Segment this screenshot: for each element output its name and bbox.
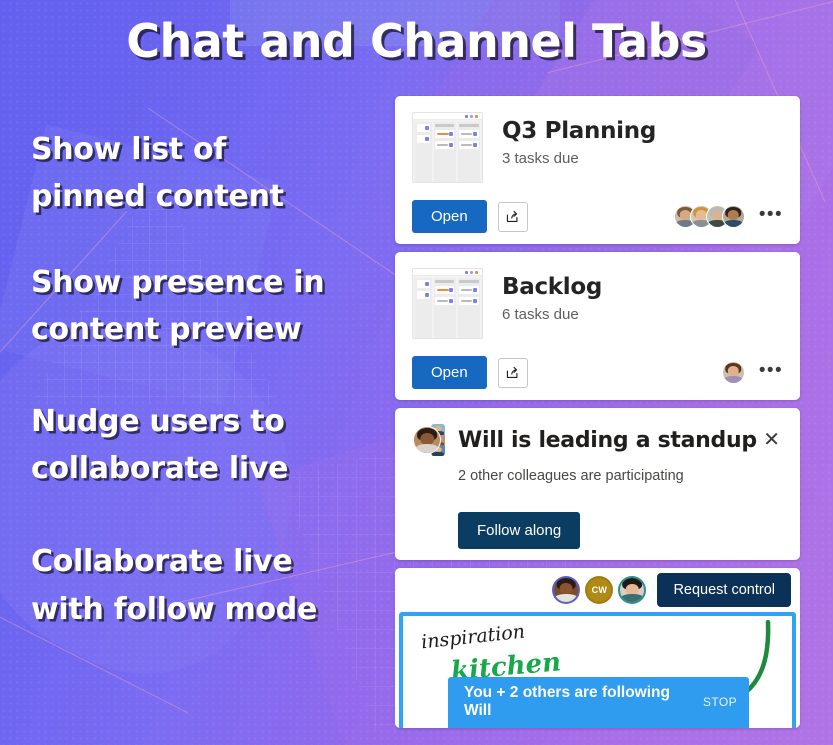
page-title: Chat and Channel Tabs — [126, 14, 707, 68]
participant-facepile[interactable] — [673, 205, 745, 229]
request-control-button[interactable]: Request control — [657, 573, 791, 607]
card-meta: Q3 Planning 3 tasks due — [502, 112, 656, 167]
participant-ring-avatars[interactable]: CW — [552, 576, 647, 604]
standup-header: Will is leading a standup ✕ — [413, 424, 782, 456]
share-icon[interactable] — [497, 201, 528, 232]
planner-board-thumbnail-icon — [412, 268, 483, 339]
open-button[interactable]: Open — [412, 356, 487, 390]
avatar — [721, 205, 745, 229]
pinned-content-card-backlog[interactable]: Backlog 6 tasks due Open ••• — [395, 252, 800, 400]
caption-nudge-collaborate: Nudge users to collaborate live — [31, 403, 289, 486]
follow-along-button[interactable]: Follow along — [458, 512, 581, 549]
card-title: Q3 Planning — [502, 118, 656, 144]
card-header: Q3 Planning 3 tasks due — [412, 112, 783, 183]
ellipsis-icon[interactable]: ••• — [759, 205, 783, 229]
following-banner-text: You + 2 others are following Will — [464, 684, 670, 719]
standup-title: Will is leading a standup — [458, 427, 757, 453]
card-header: Backlog 6 tasks due — [412, 268, 783, 339]
caption-list: Show list of pinned content Show presenc… — [31, 110, 381, 633]
caption-pinned-content: Show list of pinned content — [31, 132, 284, 215]
participant-facepile[interactable] — [721, 361, 745, 385]
whiteboard-ink-inspiration: inspiration — [420, 620, 526, 654]
standup-nudge-card[interactable]: Will is leading a standup ✕ 2 other coll… — [395, 408, 800, 560]
card-column: Q3 Planning 3 tasks due Open ••• Backlog… — [395, 96, 800, 728]
card-subtitle: 3 tasks due — [502, 150, 579, 168]
stop-following-button[interactable]: STOP — [703, 695, 737, 709]
participant-avatar-1[interactable] — [552, 576, 581, 604]
caption-follow-mode: Collaborate live with follow mode — [31, 544, 318, 627]
avatar-initials: CW — [591, 585, 608, 595]
card-subtitle: 6 tasks due — [502, 306, 579, 324]
caption-presence-preview: Show presence in content preview — [31, 264, 325, 348]
card-actions: Open ••• — [412, 200, 783, 234]
share-icon[interactable] — [497, 357, 528, 388]
following-banner: You + 2 others are following Will STOP — [448, 677, 749, 728]
ellipsis-icon[interactable]: ••• — [759, 361, 783, 385]
shared-whiteboard[interactable]: inspiration kitchen You + 2 others are f… — [399, 612, 796, 728]
standup-subtitle: 2 other colleagues are participating — [458, 468, 684, 484]
participant-avatar-3[interactable] — [618, 576, 647, 604]
presenter-avatar — [413, 424, 445, 456]
avatar — [721, 361, 745, 385]
participant-avatar-cw[interactable]: CW — [585, 576, 614, 604]
close-icon[interactable]: ✕ — [761, 428, 782, 452]
pinned-content-card-q3-planning[interactable]: Q3 Planning 3 tasks due Open ••• — [395, 96, 800, 244]
card-title: Backlog — [502, 274, 603, 300]
planner-board-thumbnail-icon — [412, 112, 483, 183]
follow-mode-toolbar: CW Request control — [395, 568, 800, 612]
card-actions: Open ••• — [412, 356, 783, 390]
card-meta: Backlog 6 tasks due — [502, 268, 602, 323]
open-button[interactable]: Open — [412, 200, 487, 234]
follow-mode-card[interactable]: CW Request control inspiration kitchen Y… — [395, 568, 800, 728]
